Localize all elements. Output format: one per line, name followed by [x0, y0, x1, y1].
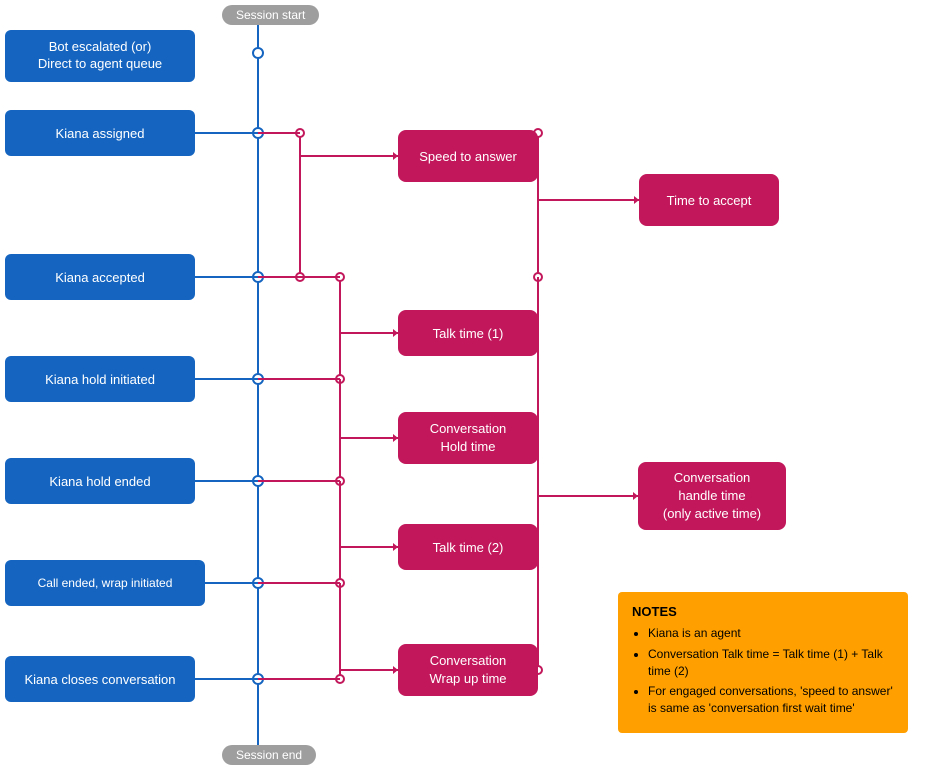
event-kiana-accepted: Kiana accepted	[5, 254, 195, 300]
metric-talk-time-2: Talk time (2)	[398, 524, 538, 570]
event-kiana-assigned: Kiana assigned	[5, 110, 195, 156]
event-kiana-closes: Kiana closes conversation	[5, 656, 195, 702]
notes-item-1: Kiana is an agent	[648, 625, 894, 642]
event-kiana-hold-initiated: Kiana hold initiated	[5, 356, 195, 402]
metric-talk-time-1: Talk time (1)	[398, 310, 538, 356]
session-end-label: Session end	[222, 745, 316, 765]
diagram-container: Session start Bot escalated (or) Direct …	[0, 0, 929, 777]
notes-title: NOTES	[632, 604, 894, 619]
notes-list: Kiana is an agent Conversation Talk time…	[632, 625, 894, 717]
event-kiana-hold-ended: Kiana hold ended	[5, 458, 195, 504]
notes-box: NOTES Kiana is an agent Conversation Tal…	[618, 592, 908, 733]
metric-conv-hold-time: Conversation Hold time	[398, 412, 538, 464]
metric-speed-to-answer: Speed to answer	[398, 130, 538, 182]
event-bot-escalated: Bot escalated (or) Direct to agent queue	[5, 30, 195, 82]
event-call-ended-wrap: Call ended, wrap initiated	[5, 560, 205, 606]
metric-conv-wrap-time: Conversation Wrap up time	[398, 644, 538, 696]
metric-conv-handle-time: Conversation handle time (only active ti…	[638, 462, 786, 530]
notes-item-2: Conversation Talk time = Talk time (1) +…	[648, 646, 894, 680]
notes-item-3: For engaged conversations, 'speed to ans…	[648, 683, 894, 717]
session-start-label: Session start	[222, 5, 319, 25]
metric-time-to-accept: Time to accept	[639, 174, 779, 226]
